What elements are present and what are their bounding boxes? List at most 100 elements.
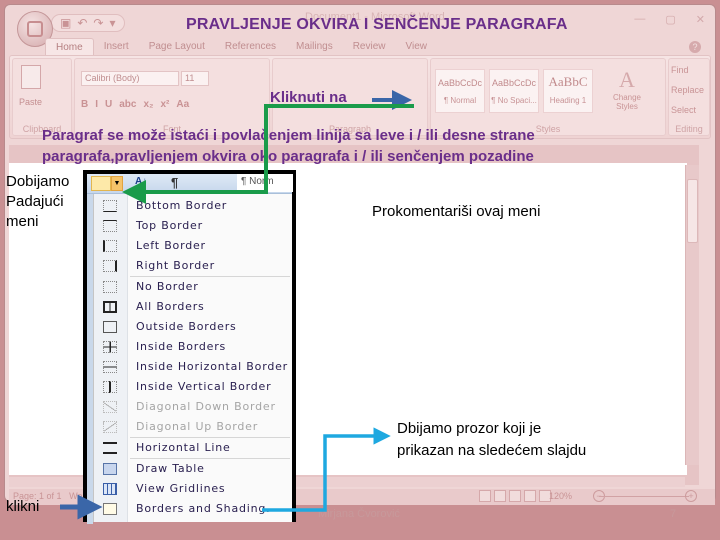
window-note: Dbijamo prozor koji je prikazan na slede… [397,420,587,459]
find-button[interactable]: Find [671,65,689,75]
comment-text: Prokomentariši ovaj meni [372,203,541,220]
tab-page-layout[interactable]: Page Layout [139,38,215,56]
slide-page-number: 7 [670,508,677,520]
help-icon[interactable]: ? [689,41,701,53]
diagonal-down-border-icon [103,401,117,413]
menu-item-label: Inside Vertical Border [136,380,272,393]
menu-item-horizontal-line[interactable]: Horizontal Line [94,438,293,458]
print-layout-icon[interactable] [479,490,491,502]
font-size-select[interactable]: 11 [181,71,209,86]
menu-item-borders-and-shading[interactable]: Borders and Shading. [94,499,293,519]
tab-references[interactable]: References [215,38,286,56]
dropdown-toolbar: ▼ A↓ ¶ ¶ Norm [87,174,293,194]
bold-button[interactable]: B [81,99,88,110]
menu-item-top-border[interactable]: Top Border [94,216,293,236]
tab-review[interactable]: Review [343,38,396,56]
zoom-level[interactable]: 120% [549,491,572,501]
subscript-button[interactable]: x₂ [143,99,153,110]
customize-icon[interactable]: ▾ [109,16,115,30]
left-border-icon [103,240,117,252]
menu-item-label: Draw Table [136,462,205,475]
font-name-select[interactable]: Calibri (Body) [81,71,179,86]
style-sample: AaBbC [548,74,588,89]
menu-item-label: No Border [136,280,199,293]
slide-title: PRAVLJENJE OKVIRA I SENČENJE PARAGRAFA [186,16,568,33]
quick-access-toolbar: ▣ ↶ ↷ ▾ [51,14,125,32]
replace-button[interactable]: Replace [671,85,704,95]
paste-icon[interactable] [21,65,41,89]
menu-item-all-borders[interactable]: All Borders [94,297,293,317]
view-gridlines-icon [103,483,117,495]
menu-item-label: Left Border [136,239,206,252]
full-screen-reading-icon[interactable] [494,490,506,502]
outline-icon[interactable] [524,490,536,502]
select-button[interactable]: Select [671,105,696,115]
normal-style-preview[interactable]: ¶ Norm [237,174,293,192]
zoom-slider[interactable] [599,496,689,497]
inside-horizontal-border-icon [103,361,117,373]
minimize-icon[interactable]: — [634,13,645,26]
redo-icon[interactable]: ↷ [93,16,103,30]
tab-view[interactable]: View [396,38,438,56]
menu-item-diagonal-up-border[interactable]: Diagonal Up Border [94,417,293,437]
menu-item-left-border[interactable]: Left Border [94,236,293,256]
menu-item-draw-table[interactable]: Draw Table [94,459,293,479]
menu-item-label: Inside Horizontal Border [136,360,288,373]
paragraph-description-line1: Paragraf se može istaći i povlačenjem li… [42,127,535,144]
tab-mailings[interactable]: Mailings [286,38,343,56]
style-name: ¶ No Spaci... [491,96,537,105]
click-on-label: Kliknuti na [270,89,347,106]
undo-icon[interactable]: ↶ [77,16,87,30]
style-normal[interactable]: AaBbCcDc ¶ Normal [435,69,485,113]
dropdown-label-line2: Padajući [6,193,64,210]
show-formatting-icon[interactable]: ¶ [171,175,178,190]
outside-borders-icon [103,321,117,333]
slide-author: Mirjana Čvorović [318,508,400,520]
strikethrough-button[interactable]: abc [119,99,136,110]
style-name: Heading 1 [549,96,587,105]
style-heading-1[interactable]: AaBbC Heading 1 [543,69,593,113]
borders-shading-icon [103,503,117,515]
zoom-in-icon[interactable]: + [685,490,697,502]
office-logo-icon [27,21,43,37]
menu-item-label: Inside Borders [136,340,227,353]
tab-home[interactable]: Home [45,38,94,56]
sort-icon[interactable]: A↓ [135,176,147,187]
menu-item-inside-horizontal-border[interactable]: Inside Horizontal Border [94,357,293,377]
style-sample: AaBbCcDc [437,78,482,88]
underline-button[interactable]: U [105,99,112,110]
menu-item-diagonal-down-border[interactable]: Diagonal Down Border [94,397,293,417]
paste-button[interactable]: Paste [19,97,42,107]
superscript-button[interactable]: x² [161,99,170,110]
menu-item-label: Bottom Border [136,199,228,212]
italic-button[interactable]: I [95,99,98,110]
menu-item-label: View Gridlines [136,482,226,495]
change-case-button[interactable]: Aa [176,99,189,110]
inside-vertical-border-icon [103,381,117,393]
borders-dropdown-arrow[interactable]: ▼ [111,176,123,191]
menu-item-right-border[interactable]: Right Border [94,256,293,276]
dropdown-label-line1: Dobijamo [6,173,70,190]
inside-borders-icon [103,341,117,353]
font-format-buttons: B I U abc x₂ x² Aa [81,99,189,110]
menu-item-outside-borders[interactable]: Outside Borders [94,317,293,337]
horizontal-line-icon [103,442,117,454]
menu-item-no-border[interactable]: No Border [94,277,293,297]
vertical-scrollbar[interactable] [685,165,699,465]
maximize-icon[interactable]: ▢ [665,13,675,26]
menu-item-bottom-border[interactable]: Bottom Border [94,196,293,216]
save-icon[interactable]: ▣ [60,16,71,30]
change-styles-button[interactable]: A Change Styles [607,67,647,111]
style-no-spacing[interactable]: AaBbCcDc ¶ No Spaci... [489,69,539,113]
borders-button[interactable] [91,176,111,191]
top-border-icon [103,220,117,232]
web-layout-icon[interactable] [509,490,521,502]
menu-item-inside-vertical-border[interactable]: Inside Vertical Border [94,377,293,397]
scrollbar-thumb[interactable] [687,179,698,243]
window-controls: — ▢ ✕ [634,13,705,26]
menu-item-view-gridlines[interactable]: View Gridlines [94,479,293,499]
tab-insert[interactable]: Insert [94,38,139,56]
menu-item-inside-borders[interactable]: Inside Borders [94,337,293,357]
click-label: klikni [6,498,40,515]
close-icon[interactable]: ✕ [696,13,705,26]
